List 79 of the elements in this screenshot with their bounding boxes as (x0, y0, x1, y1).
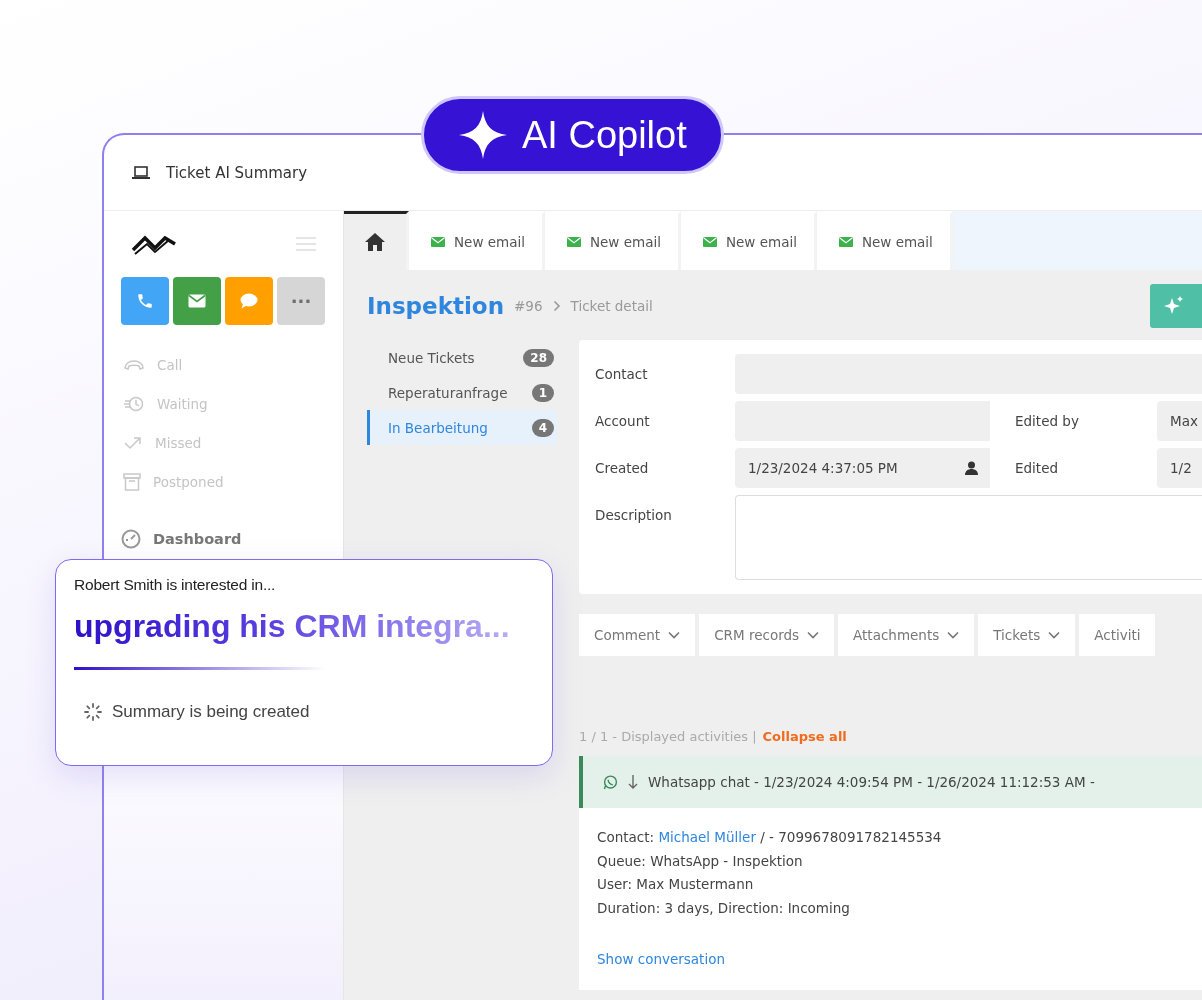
edited-field[interactable]: 1/2 (1157, 448, 1202, 488)
activity-title: Whatsapp chat - 1/23/2024 4:09:54 PM - 1/26/2024 11:12:53 AM - (648, 774, 1095, 790)
activity-header[interactable]: Whatsapp chat - 1/23/2024 4:09:54 PM - 1/26/2024 11:12:53 AM - (579, 756, 1202, 808)
email-button[interactable] (173, 277, 221, 325)
queue-item[interactable]: Neue Tickets 28 (367, 340, 557, 375)
spinner-icon (84, 703, 102, 721)
field-label: Edited by (1014, 412, 1080, 431)
person-icon (965, 461, 978, 475)
queue-label: In Bearbeitung (388, 419, 488, 436)
chat-icon (240, 293, 258, 309)
ticket-number: #96 (514, 298, 543, 314)
collapse-all-link[interactable]: Collapse all (762, 728, 847, 744)
missed-icon (123, 434, 143, 451)
chevron-icon (552, 300, 561, 312)
logo-icon (131, 233, 177, 255)
envelope-icon (566, 237, 581, 247)
arrow-down-icon (628, 774, 638, 790)
window-title: Ticket AI Summary (166, 163, 308, 182)
count-badge: 28 (523, 348, 554, 367)
activity-tab[interactable]: CRM records (699, 614, 835, 656)
summary-status: Summary is being created (112, 702, 310, 722)
activity-tab[interactable]: Comment (579, 614, 696, 656)
activity-detail: Queue: WhatsApp - Inspektion (597, 851, 804, 871)
envelope-icon (838, 237, 853, 247)
activity-detail: User: Max Mustermann (597, 875, 755, 894)
email-tab[interactable]: New email (680, 211, 817, 270)
activity-tab[interactable]: Tickets (978, 614, 1076, 656)
edited-by-field[interactable]: Max (1157, 401, 1202, 441)
page-title: Inspektion (367, 293, 505, 319)
show-conversation-link[interactable]: Show conversation (597, 948, 725, 972)
postponed-icon (123, 472, 141, 491)
sidebar-item[interactable]: Dashboard (153, 531, 242, 547)
waiting-icon (123, 395, 145, 412)
contact-link[interactable]: Michael Müller (658, 829, 756, 845)
description-field[interactable] (735, 495, 1202, 580)
created-value: 1/23/2024 4:37:05 PM (748, 460, 898, 476)
chat-button[interactable] (225, 277, 273, 325)
field-label: Contact (595, 365, 649, 384)
field-label: Account (595, 412, 651, 431)
activity-tab[interactable]: Activiti (1079, 614, 1156, 656)
sparkle-button[interactable] (1150, 284, 1202, 328)
chevron-down-icon (807, 631, 820, 639)
dashboard-icon (121, 529, 141, 549)
home-icon (364, 232, 386, 252)
summary-intro: Robert Smith is interested in... (74, 576, 277, 594)
call-icon (123, 358, 145, 371)
activity-count: 1 / 1 - Displayed activities | (579, 728, 757, 744)
field-label: Description (595, 506, 673, 525)
email-icon (188, 294, 206, 308)
phone-button[interactable] (121, 277, 169, 325)
envelope-icon (431, 237, 445, 247)
queue-label: Neue Tickets (388, 349, 475, 366)
sparkle-icon (1164, 296, 1184, 316)
queue-item[interactable]: In Bearbeitung 4 (367, 410, 557, 445)
created-field[interactable]: 1/23/2024 4:37:05 PM (735, 448, 990, 488)
home-tab[interactable] (344, 211, 409, 270)
breadcrumb-item: Ticket detail (570, 298, 653, 314)
chevron-down-icon (1048, 631, 1061, 639)
email-tab[interactable]: New email (544, 211, 681, 270)
email-tab[interactable]: New email (409, 211, 545, 270)
activity-detail: Duration: 3 days, Direction: Incoming (597, 898, 851, 918)
field-label: Edited (1014, 459, 1060, 478)
activity-tab[interactable]: Attachments (838, 614, 975, 656)
more-button[interactable]: ··· (277, 277, 325, 325)
contact-line: Contact: Michael Müller / - 7099678091782145534 (597, 828, 943, 847)
email-tab[interactable]: New email (816, 211, 953, 270)
queue-label: Reperaturanfrage (388, 384, 508, 401)
queue-item[interactable]: Reperaturanfrage 1 (367, 375, 557, 410)
badge-label: AI Copilot (522, 113, 687, 157)
field-label: Created (595, 459, 650, 478)
laptop-icon (132, 165, 150, 180)
chevron-down-icon (668, 631, 681, 639)
envelope-icon (702, 237, 717, 247)
chevron-down-icon (947, 631, 960, 639)
phone-icon (136, 292, 154, 310)
count-badge: 1 (531, 383, 554, 402)
count-badge: 4 (531, 418, 554, 437)
chat-icon (603, 774, 618, 790)
menu-icon (296, 236, 316, 252)
